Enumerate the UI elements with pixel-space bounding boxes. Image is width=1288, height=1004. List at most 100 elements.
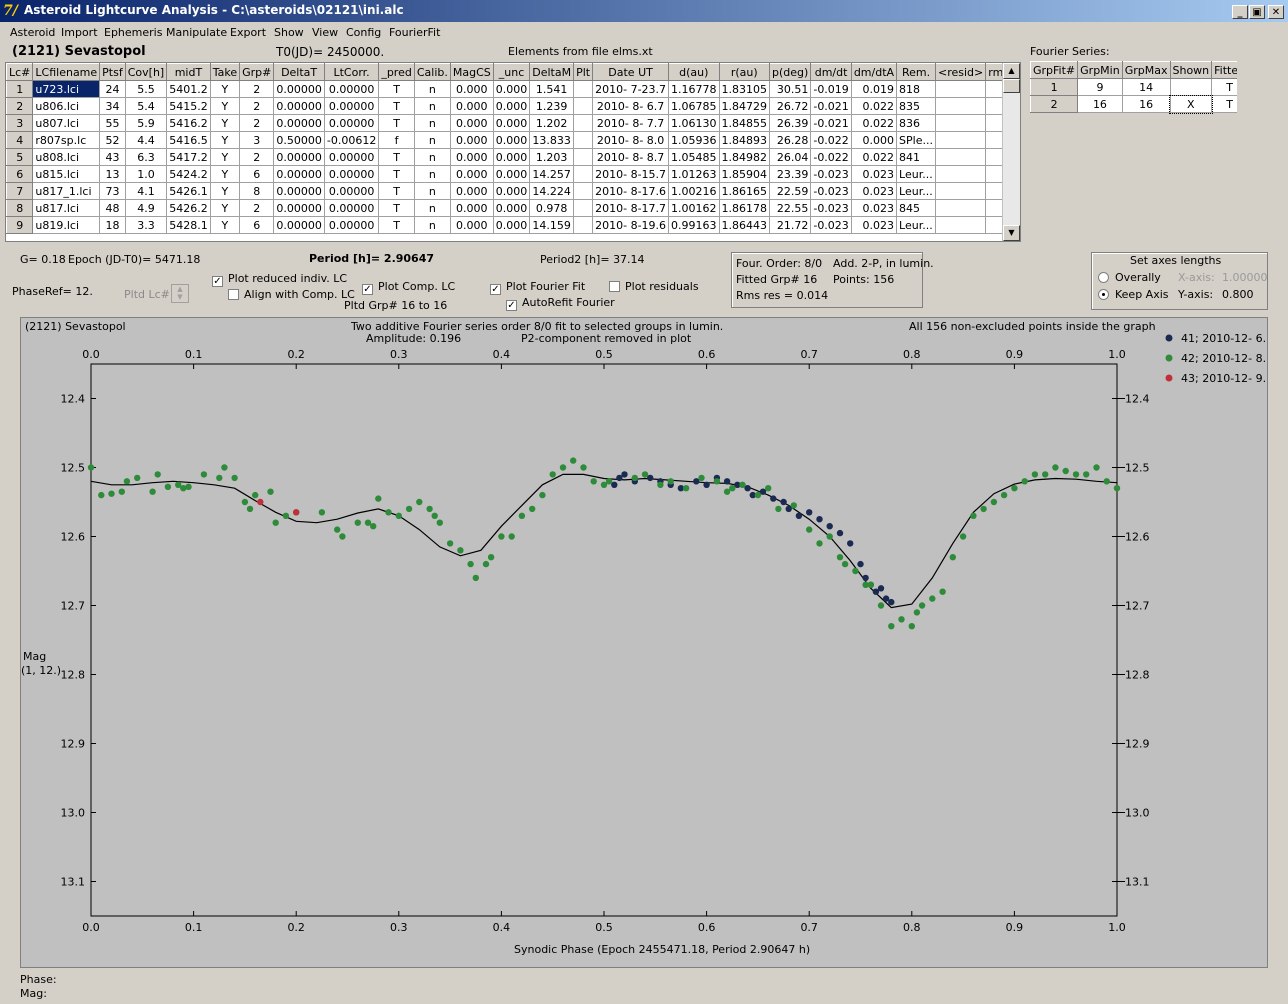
table-cell[interactable]: -0.021 [810, 97, 852, 115]
row-header[interactable]: 2 [1030, 95, 1079, 113]
table-cell[interactable]: 6 [239, 165, 275, 183]
row-header[interactable]: 2 [6, 97, 34, 115]
table-cell[interactable]: u806.lci [32, 97, 101, 115]
table-cell[interactable]: f [378, 131, 415, 149]
table-cell[interactable]: 0.000 [449, 131, 494, 149]
table-cell[interactable]: 2 [239, 114, 275, 132]
table-cell[interactable]: 22.59 [769, 182, 812, 200]
table-cell[interactable]: n [413, 216, 451, 234]
table-cell[interactable]: 2 [239, 80, 275, 98]
column-header[interactable]: GrpFit# [1030, 61, 1079, 79]
scroll-down-icon[interactable]: ▼ [1003, 225, 1020, 241]
table-cell[interactable]: 0.000 [449, 97, 494, 115]
table-row[interactable]: 2 u806.lci 34 5.4 5415.2 Y 2 0.00000 0.00000 Tn 0.… [6, 97, 1020, 115]
table-cell[interactable]: 0.000 [449, 148, 494, 166]
scroll-up-icon[interactable]: ▲ [1003, 63, 1020, 79]
menu-export[interactable]: Export [230, 26, 266, 39]
table-cell[interactable]: 835 [896, 97, 936, 115]
row-header[interactable]: 3 [6, 114, 34, 132]
table-cell[interactable]: 14.224 [529, 182, 575, 200]
table-cell[interactable]: 1.84729 [718, 97, 771, 115]
table-cell[interactable]: 836 [896, 114, 936, 132]
table-cell[interactable]: T [378, 97, 415, 115]
table-cell[interactable]: 0.00000 [323, 114, 380, 132]
table-cell[interactable]: u817.lci [32, 199, 101, 217]
table-cell[interactable]: r807sp.lc [32, 131, 101, 149]
table-cell[interactable]: 0.00000 [323, 165, 380, 183]
table-cell[interactable]: Y [209, 199, 241, 217]
column-header[interactable]: d(au) [668, 63, 720, 81]
table-cell[interactable]: 1.84982 [718, 148, 771, 166]
table-cell[interactable]: 841 [896, 148, 936, 166]
table-cell[interactable]: T [378, 165, 415, 183]
table-cell[interactable]: 5.9 [124, 114, 168, 132]
table-cell[interactable]: 1.00162 [668, 199, 720, 217]
table-cell[interactable]: 3.3 [124, 216, 168, 234]
table-cell[interactable]: 30.51 [769, 80, 812, 98]
table-cell[interactable]: T [1211, 78, 1237, 96]
table-cell[interactable]: 24 [99, 80, 126, 98]
column-header[interactable]: <resid> [934, 63, 987, 81]
row-header[interactable]: 8 [6, 199, 34, 217]
table-cell[interactable]: -0.022 [810, 148, 852, 166]
table-cell[interactable]: 0.000 [449, 216, 494, 234]
table-cell[interactable] [934, 80, 987, 98]
table-cell[interactable]: u817_1.lci [32, 182, 101, 200]
column-header[interactable]: midT [166, 63, 211, 81]
table-cell[interactable]: 1.203 [529, 148, 575, 166]
column-header[interactable]: dm/dt [810, 63, 852, 81]
table-cell[interactable]: 1.00216 [668, 182, 720, 200]
menu-fourierfit[interactable]: FourierFit [389, 26, 440, 39]
table-cell[interactable]: T [378, 114, 415, 132]
column-header[interactable]: MagCS [449, 63, 494, 81]
lightcurve-chart[interactable]: 0.0 0.0 0.1 0.1 0.2 0.2 0.3 0.3 0.4 0.4 0.5 0.5 0.6 0… [21, 318, 1268, 967]
column-header[interactable]: Cov[h] [124, 63, 168, 81]
column-header[interactable]: dm/dtA [850, 63, 898, 81]
table-cell[interactable] [573, 216, 594, 234]
table-row[interactable]: 1 9 14 T [1030, 78, 1237, 96]
close-button[interactable]: ✕ [1268, 5, 1284, 19]
table-cell[interactable]: 2010- 8-15.7 [592, 165, 670, 183]
table-cell[interactable]: 2010- 8- 8.7 [592, 148, 670, 166]
table-cell[interactable] [1169, 78, 1213, 96]
row-header[interactable]: 1 [6, 80, 34, 98]
menu-manipulate[interactable]: Manipulate [166, 26, 227, 39]
table-cell[interactable]: 1.239 [529, 97, 575, 115]
table-cell[interactable]: 1.85904 [718, 165, 771, 183]
row-header[interactable]: 6 [6, 165, 34, 183]
plot-fourier-checkbox[interactable]: ✓ Plot Fourier Fit [490, 280, 585, 295]
table-cell[interactable]: 2010- 8-19.6 [592, 216, 670, 234]
table-cell[interactable] [934, 182, 987, 200]
table-cell[interactable]: 1.86443 [718, 216, 771, 234]
table-row[interactable]: 3 u807.lci 55 5.9 5416.2 Y 2 0.00000 0.00000 Tn 0.… [6, 114, 1020, 132]
table-cell[interactable]: 18 [99, 216, 126, 234]
table-cell[interactable]: 8 [239, 182, 275, 200]
menu-asteroid[interactable]: Asteroid [10, 26, 55, 39]
table-cell[interactable]: -0.00612 [323, 131, 380, 149]
table-cell[interactable]: 818 [896, 80, 936, 98]
table-cell[interactable]: T [378, 80, 415, 98]
column-header[interactable]: p(deg) [769, 63, 812, 81]
table-cell[interactable]: 0.000 [492, 131, 531, 149]
table-cell[interactable] [934, 165, 987, 183]
table-cell[interactable]: 4.1 [124, 182, 168, 200]
y-axis-value[interactable]: 0.800 [1222, 288, 1254, 301]
table-row[interactable]: 7 u817_1.lci 73 4.1 5426.1 Y 8 0.00000 0.00000 Tn… [6, 182, 1020, 200]
table-cell[interactable]: n [413, 182, 451, 200]
column-header[interactable]: Take [209, 63, 241, 81]
table-cell[interactable]: 1.84893 [718, 131, 771, 149]
menu-config[interactable]: Config [346, 26, 381, 39]
table-cell[interactable]: 4.9 [124, 199, 168, 217]
column-header[interactable]: Grp# [239, 63, 275, 81]
x-axis-value[interactable]: 1.00000 [1222, 271, 1268, 284]
table-cell[interactable]: 14.159 [529, 216, 575, 234]
table-cell[interactable]: 845 [896, 199, 936, 217]
table-cell[interactable]: 1.16778 [668, 80, 720, 98]
table-cell[interactable]: Y [209, 97, 241, 115]
table-cell[interactable]: 1.05485 [668, 148, 720, 166]
table-cell[interactable]: 0.000 [449, 199, 494, 217]
table-cell[interactable]: Leur... [896, 216, 936, 234]
column-header[interactable]: Date UT [592, 63, 670, 81]
table-cell[interactable]: 0.023 [850, 182, 898, 200]
table-cell[interactable]: 1.86178 [718, 199, 771, 217]
